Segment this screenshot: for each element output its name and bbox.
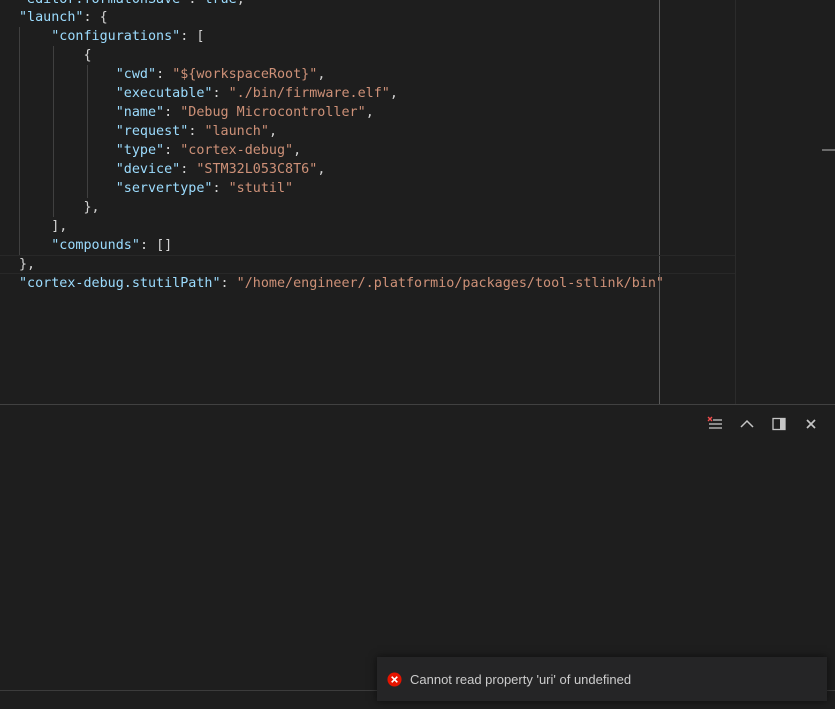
chevron-up-icon (740, 419, 754, 428)
code-line: }, (19, 257, 36, 272)
clear-console-button[interactable] (699, 413, 731, 435)
clear-console-icon (707, 416, 722, 429)
code-line: "executable": "./bin/firmware.elf", (115, 86, 398, 101)
code-line: ], (51, 219, 68, 234)
code-editor[interactable]: "editor.formatOnSave": true, "launch": {… (0, 0, 835, 404)
code-line: "device": "STM32L053C8T6", (115, 162, 326, 177)
scrollbar-position-marker[interactable] (822, 149, 835, 151)
maximize-panel-button[interactable] (731, 413, 763, 435)
code-line: "launch": { (19, 10, 108, 25)
editor-ruler (659, 0, 660, 404)
error-icon (387, 671, 402, 687)
code-line: "type": "cortex-debug", (115, 143, 302, 158)
code-line: "compounds": [] (51, 238, 173, 253)
code-line: "cwd": "${workspaceRoot}", (115, 67, 326, 82)
close-panel-button[interactable] (795, 413, 827, 435)
code-line: "cortex-debug.stutilPath": "/home/engine… (19, 276, 664, 291)
split-layout-icon (772, 417, 786, 431)
code-line: "configurations": [ (51, 29, 205, 44)
code-line: "name": "Debug Microcontroller", (115, 105, 374, 120)
error-notification[interactable]: Cannot read property 'uri' of undefined (377, 657, 827, 701)
code-line: "request": "launch", (115, 124, 277, 139)
panel-actions (699, 413, 827, 435)
code-line: "servertype": "stutil" (115, 181, 294, 196)
code-line: }, (83, 200, 100, 215)
code-line: { (83, 48, 92, 63)
editor-ruler-secondary (735, 0, 736, 404)
close-icon (806, 419, 816, 429)
notification-message: Cannot read property 'uri' of undefined (410, 671, 632, 687)
current-line-highlight (0, 255, 735, 274)
toggle-panel-position-button[interactable] (763, 413, 795, 435)
